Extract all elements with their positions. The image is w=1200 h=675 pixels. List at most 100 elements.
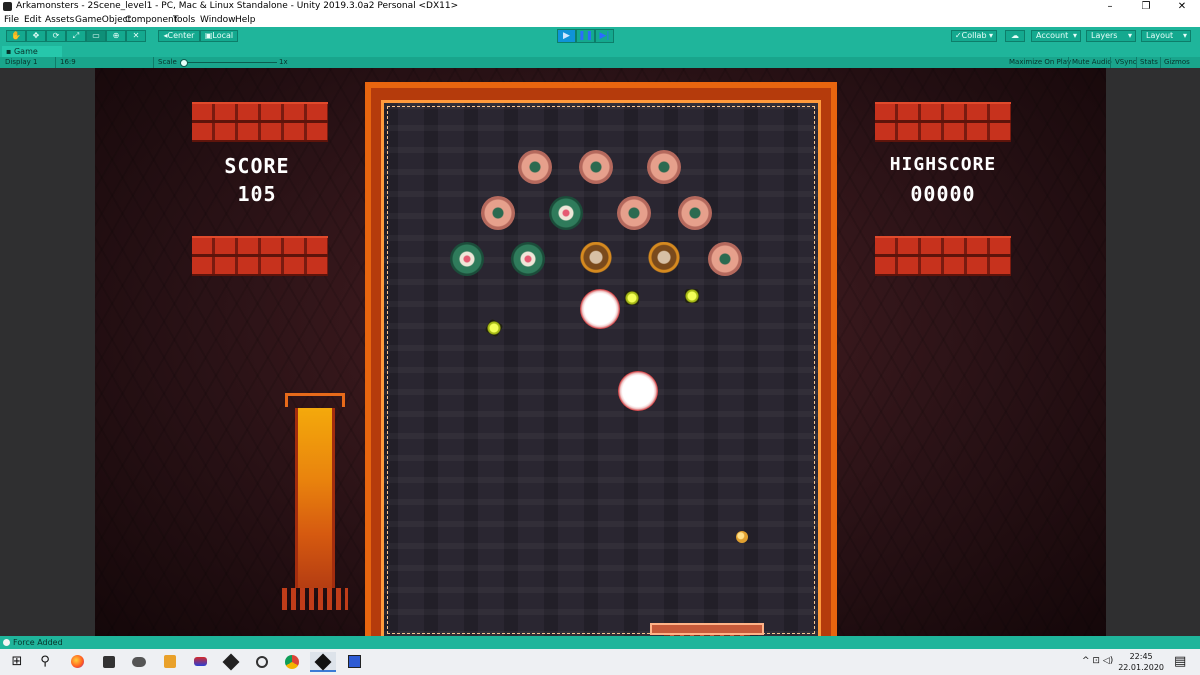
pink-monster xyxy=(518,150,552,184)
power-meter-cap xyxy=(285,393,345,407)
menu-component[interactable]: Component xyxy=(125,15,177,25)
circle-app-icon[interactable] xyxy=(249,652,275,672)
twitch-icon[interactable] xyxy=(96,652,122,672)
explosion-effect xyxy=(618,371,658,411)
game-canvas[interactable]: SCORE 105 HIGHSCORE 00000 xyxy=(95,68,1106,636)
firefox-icon[interactable] xyxy=(64,652,90,672)
search-icon[interactable]: ⚲ xyxy=(32,652,58,672)
highscore-label: HIGHSCORE xyxy=(889,154,997,175)
arena-border-dots xyxy=(387,106,815,634)
ball xyxy=(736,531,748,543)
green-monster xyxy=(549,196,583,230)
maximize-button[interactable]: ❐ xyxy=(1128,0,1164,14)
rotate-tool-icon[interactable]: ⟳ xyxy=(46,30,66,42)
editor-toolbar: ✋ ✥ ⟳ ⤢ ▭ ⊕ ✕ ◂Center ▣Local ▶ ❚❚ ▶| ✓Co… xyxy=(0,27,1200,46)
chevron-down-icon: ▾ xyxy=(1127,31,1132,40)
brick-decoration xyxy=(192,236,328,276)
chevron-down-icon: ▾ xyxy=(1182,31,1187,40)
scale-slider-track[interactable] xyxy=(182,62,277,63)
collab-dropdown[interactable]: ✓Collab ▾ xyxy=(951,30,997,42)
maximize-on-play-toggle[interactable]: Maximize On Play xyxy=(1009,57,1071,68)
cloud-icon[interactable]: ☁ xyxy=(1005,30,1025,42)
unity-editor-icon[interactable] xyxy=(310,652,336,672)
chrome-icon[interactable] xyxy=(279,652,305,672)
unity-app-icon xyxy=(3,2,12,11)
score-value: 105 xyxy=(237,182,277,206)
pink-monster xyxy=(617,196,651,230)
notification-icon[interactable]: ▤ xyxy=(1174,654,1186,669)
layout-label: Layout xyxy=(1146,31,1174,40)
step-button[interactable]: ▶| xyxy=(595,29,614,43)
layout-dropdown[interactable]: Layout ▾ xyxy=(1141,30,1191,42)
clock-time: 22:45 xyxy=(1129,652,1153,661)
game-tab-icon: ▪ xyxy=(6,47,12,56)
menu-help[interactable]: Help xyxy=(235,15,256,25)
mute-audio-toggle[interactable]: Mute Audio xyxy=(1072,57,1112,68)
custom-tool-icon[interactable]: ✕ xyxy=(126,30,146,42)
game-viewport[interactable]: SCORE 105 HIGHSCORE 00000 xyxy=(0,68,1200,636)
gold-skull-monster xyxy=(647,242,681,276)
menu-window[interactable]: Window xyxy=(200,15,236,25)
pink-monster xyxy=(481,196,515,230)
account-dropdown[interactable]: Account ▾ xyxy=(1031,30,1081,42)
menu-edit[interactable]: Edit xyxy=(24,15,41,25)
vsync-toggle[interactable]: VSync xyxy=(1115,57,1137,68)
brick-decoration xyxy=(192,102,328,142)
explosion-effect xyxy=(580,289,620,329)
sublime-icon[interactable] xyxy=(157,652,183,672)
menu-tools[interactable]: Tools xyxy=(173,15,195,25)
layers-label: Layers xyxy=(1091,31,1118,40)
brick-decoration xyxy=(875,102,1011,142)
game-tab-strip: ▪ Game xyxy=(0,46,1200,57)
game-view-bar: Display 1 16:9 Scale 1x Maximize On Play… xyxy=(0,57,1200,68)
move-tool-icon[interactable]: ✥ xyxy=(26,30,46,42)
menu-file[interactable]: File xyxy=(4,15,19,25)
system-tray[interactable]: ^ ⊡ ◁) xyxy=(1082,656,1113,666)
play-button[interactable]: ▶ xyxy=(557,29,576,43)
tab-game-label: Game xyxy=(13,47,38,56)
brick-decoration xyxy=(875,236,1011,276)
menu-gameobject[interactable]: GameObject xyxy=(75,15,131,25)
account-label: Account xyxy=(1036,31,1069,40)
editor-app-icon[interactable] xyxy=(341,652,367,672)
green-monster xyxy=(450,242,484,276)
pink-monster xyxy=(708,242,742,276)
paddle[interactable] xyxy=(650,623,764,635)
minimize-button[interactable]: – xyxy=(1092,0,1128,14)
transform-tool-icon[interactable]: ⊕ xyxy=(106,30,126,42)
arena[interactable] xyxy=(381,100,821,636)
display-dropdown[interactable]: Display 1 xyxy=(5,57,37,68)
scale-slider-handle[interactable] xyxy=(180,59,188,67)
power-meter-base xyxy=(282,588,348,610)
status-message[interactable]: Force Added xyxy=(13,636,63,649)
power-meter xyxy=(295,408,335,588)
tab-game[interactable]: ▪ Game xyxy=(2,46,62,57)
score-label: SCORE xyxy=(224,154,290,178)
gizmos-dropdown[interactable]: Gizmos xyxy=(1164,57,1190,68)
stats-toggle[interactable]: Stats xyxy=(1140,57,1158,68)
scale-value: 1x xyxy=(279,58,288,66)
close-button[interactable]: ✕ xyxy=(1164,0,1200,14)
spark-particle xyxy=(685,289,699,303)
pink-monster xyxy=(678,196,712,230)
pink-monster xyxy=(579,150,613,184)
game-app-icon[interactable] xyxy=(187,652,213,672)
chevron-down-icon: ▾ xyxy=(1072,31,1077,40)
unity-hub-icon[interactable] xyxy=(218,652,244,672)
status-bar: Force Added xyxy=(0,636,1200,649)
pivot-local-toggle[interactable]: ▣Local xyxy=(200,30,238,42)
clock[interactable]: 22:45 22.01.2020 xyxy=(1118,651,1164,673)
window-titlebar: Arkamonsters - 2Scene_level1 - PC, Mac &… xyxy=(0,0,1200,14)
start-icon[interactable]: ⊞ xyxy=(4,652,30,672)
menu-assets[interactable]: Assets xyxy=(45,15,74,25)
pink-monster xyxy=(647,150,681,184)
aspect-dropdown[interactable]: 16:9 xyxy=(60,57,76,68)
layers-dropdown[interactable]: Layers ▾ xyxy=(1086,30,1136,42)
pause-button[interactable]: ❚❚ xyxy=(576,29,595,43)
rect-tool-icon[interactable]: ▭ xyxy=(86,30,106,42)
pivot-center-toggle[interactable]: ◂Center xyxy=(158,30,200,42)
hand-tool-icon[interactable]: ✋ xyxy=(6,30,26,42)
window-title: Arkamonsters - 2Scene_level1 - PC, Mac &… xyxy=(16,1,459,11)
scale-tool-icon[interactable]: ⤢ xyxy=(66,30,86,42)
discord-icon[interactable] xyxy=(126,652,152,672)
